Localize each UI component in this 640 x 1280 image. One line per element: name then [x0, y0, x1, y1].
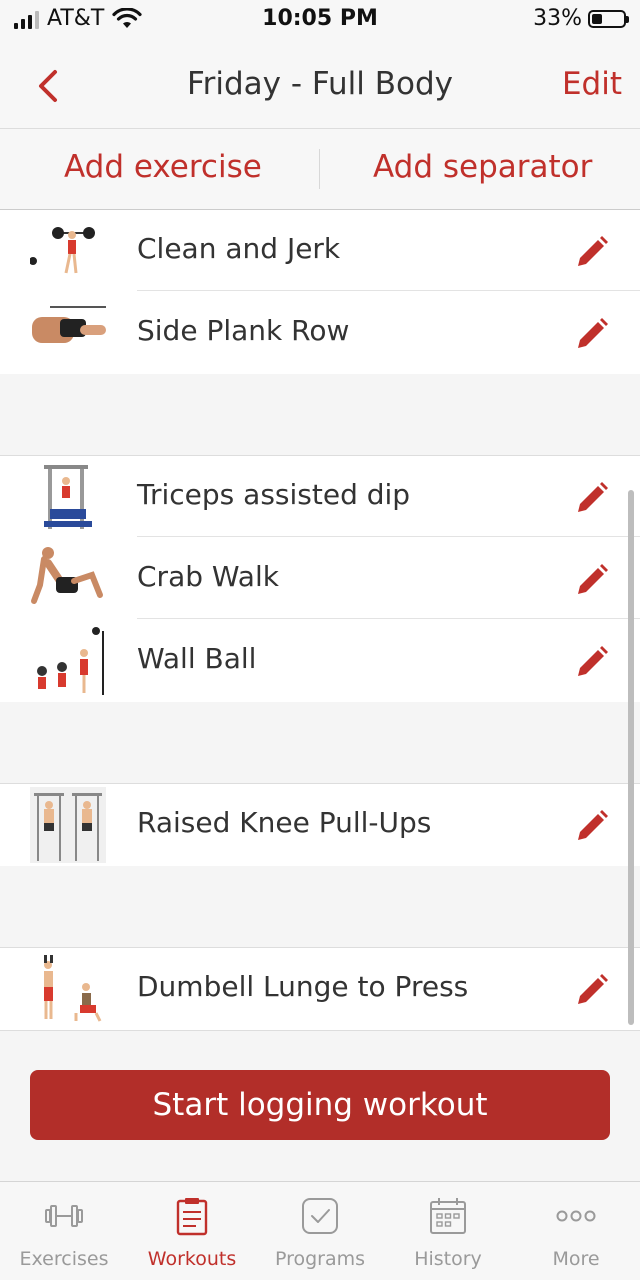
tab-label: History: [414, 1248, 482, 1270]
tab-exercises[interactable]: Exercises: [0, 1182, 128, 1280]
pencil-icon[interactable]: [574, 316, 610, 352]
exercise-name: Side Plank Row: [137, 314, 350, 347]
scrollbar[interactable]: [628, 490, 634, 1025]
exercise-name: Dumbell Lunge to Press: [137, 970, 469, 1003]
exercise-thumbnail: [30, 295, 106, 371]
exercise-row-side-plank-row[interactable]: Side Plank Row: [0, 292, 640, 374]
pencil-icon[interactable]: [574, 644, 610, 680]
tab-more[interactable]: More: [512, 1182, 640, 1280]
page-title: Friday - Full Body: [187, 66, 453, 102]
exercise-row-dumbell-lunge-to-press[interactable]: Dumbell Lunge to Press: [0, 948, 640, 1030]
tab-label: Programs: [274, 1248, 366, 1270]
tab-label: More: [552, 1248, 600, 1270]
exercise-thumbnail: [30, 787, 106, 863]
exercise-row-raised-knee-pull-ups[interactable]: Raised Knee Pull-Ups: [0, 784, 640, 866]
exercise-thumbnail: [30, 623, 106, 699]
more-dots-icon: [556, 1210, 596, 1222]
exercise-thumbnail: [30, 213, 106, 289]
exercise-name: Raised Knee Pull-Ups: [137, 806, 432, 839]
exercise-row-triceps-assisted-dip[interactable]: Triceps assisted dip: [0, 456, 640, 538]
tab-label: Exercises: [19, 1248, 109, 1270]
chevron-left-icon: [39, 70, 57, 102]
exercise-thumbnail: [30, 951, 106, 1027]
action-divider: [319, 149, 320, 189]
tab-history[interactable]: History: [384, 1182, 512, 1280]
pencil-icon[interactable]: [574, 234, 610, 270]
clipboard-icon: [176, 1198, 208, 1236]
exercise-name: Wall Ball: [137, 642, 257, 675]
exercise-row-crab-walk[interactable]: Crab Walk: [0, 538, 640, 620]
navigation-bar: Friday - Full Body Edit: [0, 44, 640, 129]
exercise-name: Triceps assisted dip: [137, 478, 411, 511]
tab-programs[interactable]: Programs: [256, 1182, 384, 1280]
pencil-icon[interactable]: [574, 480, 610, 516]
battery-percent: 33%: [533, 6, 582, 31]
tab-label: Workouts: [147, 1248, 237, 1270]
exercise-row-clean-and-jerk[interactable]: Clean and Jerk: [0, 210, 640, 292]
exercise-thumbnail: [30, 459, 106, 535]
separator: [0, 1030, 640, 1031]
pencil-icon[interactable]: [574, 562, 610, 598]
add-separator-button[interactable]: Add separator: [373, 149, 592, 185]
battery-icon: [588, 9, 629, 28]
back-button[interactable]: [36, 64, 86, 108]
exercise-name: Crab Walk: [137, 560, 279, 593]
action-bar: Add exercise Add separator: [0, 129, 640, 210]
add-exercise-button[interactable]: Add exercise: [64, 149, 262, 185]
exercise-row-wall-ball[interactable]: Wall Ball: [0, 620, 640, 702]
pencil-icon[interactable]: [574, 808, 610, 844]
exercise-thumbnail: [30, 541, 106, 617]
status-bar: AT&T 10:05 PM 33%: [0, 0, 640, 44]
dumbbell-icon: [45, 1205, 83, 1227]
checkbox-icon: [302, 1198, 338, 1234]
pencil-icon[interactable]: [574, 972, 610, 1008]
edit-button[interactable]: Edit: [562, 66, 622, 102]
exercise-name: Clean and Jerk: [137, 232, 341, 265]
tab-bar: Exercises Workouts Programs History More: [0, 1181, 640, 1280]
tab-workouts[interactable]: Workouts: [128, 1182, 256, 1280]
calendar-icon: [430, 1198, 466, 1234]
start-logging-workout-button[interactable]: Start logging workout: [30, 1070, 610, 1140]
